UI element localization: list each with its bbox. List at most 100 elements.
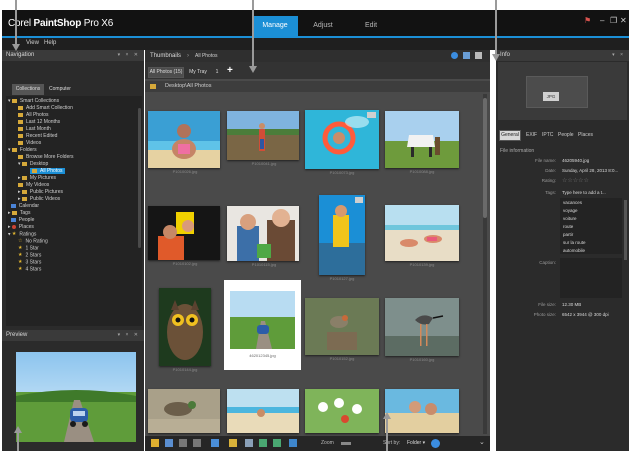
- rotate-right-icon[interactable]: [193, 439, 201, 447]
- tab-collections[interactable]: Collections: [12, 84, 44, 95]
- rotate-left-icon[interactable]: [179, 439, 187, 447]
- filter-icon[interactable]: [211, 439, 219, 447]
- user-icon[interactable]: ⚑: [584, 16, 591, 25]
- caption-input[interactable]: [560, 258, 622, 298]
- tab-computer[interactable]: Computer: [44, 84, 76, 95]
- info-scrollbar[interactable]: [624, 200, 627, 260]
- tag-item[interactable]: automobile: [563, 248, 585, 253]
- panel-controls[interactable]: ▾ ×: [612, 50, 625, 61]
- tree-3-stars[interactable]: ★ 3 Stars: [18, 259, 41, 265]
- tree-folders[interactable]: ▾ Folders: [8, 147, 37, 153]
- rating-stars[interactable]: ☆☆☆☆☆: [562, 177, 589, 184]
- tab-iptc[interactable]: IPTC: [542, 132, 553, 138]
- panel-controls[interactable]: ▾ × ✕: [118, 50, 140, 61]
- tree-people[interactable]: People: [8, 217, 34, 223]
- tree-last-month[interactable]: Last Month: [18, 126, 51, 132]
- zoom-slider[interactable]: [341, 442, 351, 445]
- add-tray-button[interactable]: +: [227, 65, 233, 76]
- edit-icon[interactable]: [165, 439, 173, 447]
- folder-icon[interactable]: [229, 439, 237, 447]
- calendar-icon: [10, 203, 16, 208]
- tree-calendar[interactable]: Calendar: [8, 203, 39, 209]
- info-icon[interactable]: [451, 52, 458, 59]
- tab-edit[interactable]: Edit: [348, 16, 394, 36]
- tree-smart-collections[interactable]: ▾ Smart Collections: [8, 98, 59, 104]
- menu-view[interactable]: View: [26, 40, 39, 46]
- tab-manage[interactable]: Manage: [252, 16, 298, 36]
- sort-dropdown[interactable]: Folder ▾: [407, 440, 425, 446]
- thumbnail-2[interactable]: [227, 111, 299, 160]
- breadcrumb[interactable]: All Photos: [195, 53, 218, 59]
- tab-all-photos[interactable]: All Photos (15): [148, 67, 184, 78]
- thumbnail-15[interactable]: [385, 389, 459, 433]
- navigation-panel: Navigation ▾ × ✕ Collections Computer ▾ …: [2, 50, 144, 330]
- view-icon[interactable]: [463, 52, 470, 59]
- tag-item[interactable]: voiture: [563, 216, 577, 221]
- restore-button[interactable]: ❐: [610, 16, 617, 25]
- tag-item[interactable]: vacances: [563, 200, 582, 205]
- tags-input[interactable]: Type here to add a t...: [562, 190, 606, 195]
- tree-ratings[interactable]: ▾ ★ Ratings: [8, 231, 36, 237]
- thumbnail-11[interactable]: [385, 298, 459, 356]
- thumbnail-9[interactable]: [159, 288, 211, 366]
- thumbnail-1[interactable]: [148, 111, 220, 168]
- menu-help[interactable]: Help: [44, 40, 56, 46]
- tree-browse-more-folders[interactable]: Browse More Folders: [18, 154, 74, 160]
- thumbnails-scrollbar[interactable]: [483, 94, 487, 434]
- tags-list[interactable]: vacances voyage voiture route partir sur…: [560, 198, 622, 254]
- tab-general[interactable]: General: [499, 130, 521, 141]
- email-icon[interactable]: [273, 439, 281, 447]
- tree-my-pictures[interactable]: ▸ My Pictures: [18, 175, 56, 181]
- tree-recent-edited[interactable]: Recent Edited: [18, 133, 57, 139]
- tab-exif[interactable]: EXIF: [526, 132, 537, 138]
- tag-item[interactable]: route: [563, 224, 573, 229]
- grid-view-icon[interactable]: [475, 52, 482, 59]
- tab-people[interactable]: People: [558, 132, 574, 138]
- tree-public-videos[interactable]: ▸ Public Videos: [18, 196, 60, 202]
- expand-icon[interactable]: ⌄: [479, 438, 485, 446]
- thumbnail-selected[interactable]: 462012345.jpg: [224, 280, 301, 370]
- thumbnail-5[interactable]: [148, 206, 220, 260]
- tab-my-tray[interactable]: My Tray: [185, 67, 211, 78]
- thumbnail-4[interactable]: [385, 111, 459, 168]
- share-icon[interactable]: [245, 439, 253, 447]
- thumbnail-label: P1010088.jpg: [409, 169, 435, 174]
- select-icon[interactable]: [151, 439, 159, 447]
- thumbnail-13[interactable]: [227, 389, 299, 433]
- tab-adjust[interactable]: Adjust: [300, 16, 346, 36]
- tree-desktop-all-photos[interactable]: All Photos: [30, 168, 65, 174]
- thumbnail-3[interactable]: [305, 110, 379, 169]
- close-button[interactable]: ✕: [620, 16, 627, 25]
- panel-controls[interactable]: ▾ × ✕: [118, 330, 140, 341]
- tree-no-rating[interactable]: ☆ No Rating: [18, 238, 48, 244]
- tree-2-stars[interactable]: ★ 2 Stars: [18, 252, 41, 258]
- thumbnail-14[interactable]: [305, 389, 379, 433]
- map-icon[interactable]: [289, 439, 297, 447]
- thumbnail-12[interactable]: [148, 389, 220, 433]
- thumbnail-7[interactable]: [319, 195, 365, 275]
- tree-all-photos[interactable]: All Photos: [18, 112, 49, 118]
- print-icon[interactable]: [259, 439, 267, 447]
- tree-public-pictures[interactable]: ▸ Public Pictures: [18, 189, 63, 195]
- tree-videos[interactable]: Videos: [18, 140, 41, 146]
- tree-my-videos[interactable]: My Videos: [18, 182, 49, 188]
- scroll-thumb[interactable]: [483, 98, 487, 218]
- thumbnail-6[interactable]: [227, 206, 299, 261]
- thumbnail-10[interactable]: [305, 298, 379, 355]
- tree-1-star[interactable]: ★ 1 Star: [18, 245, 39, 251]
- navigation-scrollbar[interactable]: [138, 108, 141, 248]
- tree-tags[interactable]: ▸ Tags: [8, 210, 30, 216]
- tab-tray-1[interactable]: 1: [211, 67, 223, 78]
- tag-item[interactable]: voyage: [563, 208, 578, 213]
- tag-item[interactable]: partir: [563, 232, 573, 237]
- tree-places[interactable]: ▸ Places: [8, 224, 34, 230]
- tree-last-12-months[interactable]: Last 12 Months: [18, 119, 60, 125]
- tab-places[interactable]: Places: [578, 132, 593, 138]
- thumbnail-8[interactable]: [385, 205, 459, 261]
- tag-item[interactable]: sur la route: [563, 240, 586, 245]
- minimize-button[interactable]: –: [600, 16, 604, 25]
- tree-4-stars[interactable]: ★ 4 Stars: [18, 266, 41, 272]
- tree-add-smart-collection[interactable]: Add Smart Collection: [18, 105, 73, 111]
- settings-icon[interactable]: [431, 439, 440, 448]
- tree-desktop[interactable]: ▾ Desktop: [18, 161, 48, 167]
